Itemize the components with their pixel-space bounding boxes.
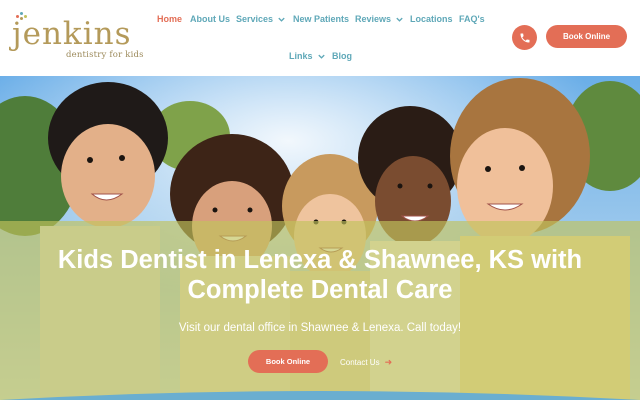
nav-item-label: FAQ's [459,14,485,24]
hero-heading: Kids Dentist in Lenexa & Shawnee, KS wit… [10,245,630,305]
nav-item-faqs[interactable]: FAQ's [459,13,485,25]
nav-item-services[interactable]: Services [236,13,286,25]
book-online-button[interactable]: Book Online [546,25,627,48]
nav-item-about-us[interactable]: About Us [190,13,230,25]
phone-button[interactable] [512,25,537,50]
nav-item-home[interactable]: Home [157,13,182,25]
chevron-down-icon [396,17,403,22]
main-nav: Home About Us Services New Patients Revi… [150,0,495,76]
nav-item-reviews[interactable]: Reviews [355,13,404,25]
nav-item-label: Locations [410,14,453,24]
contact-us-label: Contact Us [340,357,380,367]
nav-item-label: Reviews [355,14,392,24]
nav-item-blog[interactable]: Blog [332,50,352,62]
chevron-down-icon [278,17,285,22]
phone-icon [520,33,529,42]
site-header: jenkins dentistry for kids Home About Us… [0,0,640,76]
nav-item-locations[interactable]: Locations [410,13,453,25]
nav-item-label: New Patients [293,14,350,24]
bottom-wave-divider [0,391,640,400]
logo[interactable]: jenkins dentistry for kids [12,12,144,62]
hero-heading-line-1: Kids Dentist in Lenexa & Shawnee, KS wit… [57,246,583,274]
logo-wordmark: jenkins [12,16,132,52]
nav-item-new-patients[interactable]: New Patients [293,13,349,25]
arrow-right-icon: ➜ [384,356,393,367]
nav-item-label: Home [157,14,183,24]
hero-subtitle: Visit our dental office in Shawnee & Len… [178,322,462,334]
nav-item-label: Links [289,51,313,61]
contact-us-link[interactable]: Contact Us ➜ [340,356,392,368]
nav-item-label: Blog [332,51,352,61]
hero-heading-line-2: Complete Dental Care [187,276,453,304]
nav-item-links[interactable]: Links [289,50,326,62]
hero-book-online-button[interactable]: Book Online [248,350,328,373]
chevron-down-icon [317,54,325,59]
logo-tagline: dentistry for kids [66,50,144,60]
nav-item-label: About Us [190,14,230,24]
nav-item-label: Services [236,14,274,24]
